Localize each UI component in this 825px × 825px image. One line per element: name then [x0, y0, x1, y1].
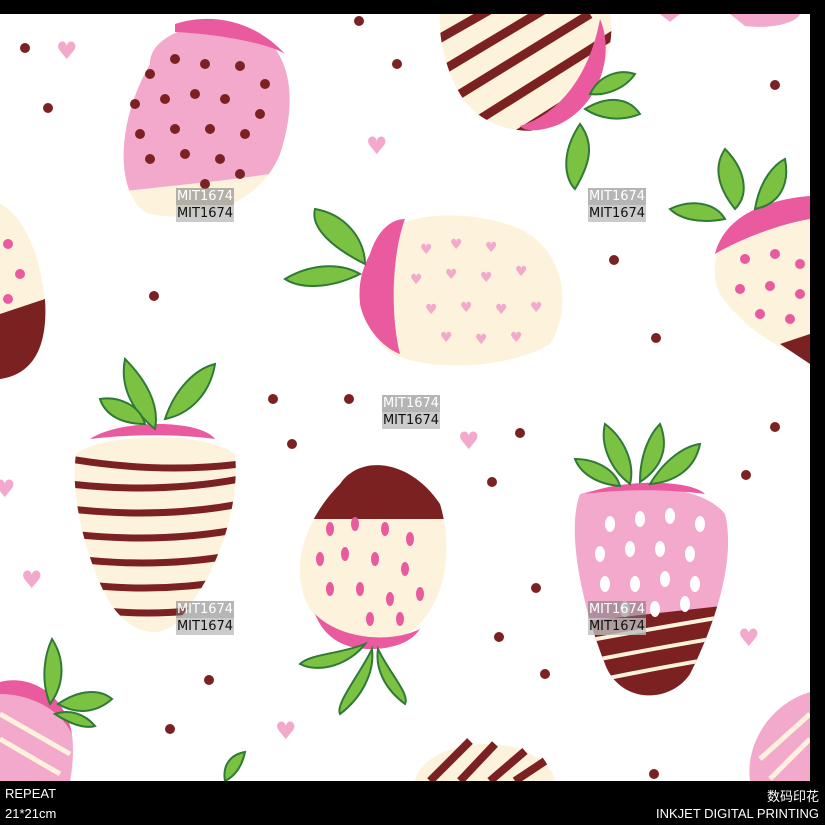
svg-text:♥: ♥	[366, 132, 388, 160]
svg-text:♥: ♥	[21, 566, 43, 594]
svg-text:♥: ♥	[495, 302, 508, 318]
svg-text:♥: ♥	[425, 302, 438, 318]
footer-bar: REPEAT 21*21cm 数码印花 INKJET DIGITAL PRINT…	[0, 781, 825, 825]
svg-text:♥: ♥	[458, 427, 480, 455]
strawberry-pink-white-dots	[573, 422, 729, 696]
top-ruler	[0, 0, 825, 14]
strawberry-pink-dotted	[123, 18, 290, 217]
svg-text:♥: ♥	[475, 332, 488, 348]
strawberry-inverted-cream	[298, 465, 447, 716]
svg-text:♥: ♥	[510, 330, 523, 346]
watermark: MIT1674 MIT1674	[588, 188, 646, 222]
strawberry-top-right-partial	[660, 14, 800, 27]
svg-text:♥: ♥	[410, 272, 423, 288]
repeat-label: REPEAT	[5, 786, 57, 801]
watermark: MIT1674 MIT1674	[382, 395, 440, 429]
watermark: MIT1674 MIT1674	[176, 188, 234, 222]
svg-text:♥: ♥	[485, 240, 498, 256]
svg-text:♥: ♥	[515, 264, 528, 280]
strawberry-bottom-center	[223, 738, 555, 781]
svg-text:♥: ♥	[460, 300, 473, 316]
svg-text:♥: ♥	[738, 624, 760, 652]
digital-print-label-cn: 数码印花	[766, 789, 819, 804]
svg-text:♥: ♥	[445, 267, 458, 283]
svg-text:♥: ♥	[530, 300, 543, 316]
svg-text:♥: ♥	[56, 37, 78, 65]
svg-text:♥: ♥	[440, 330, 453, 346]
svg-text:♥: ♥	[450, 237, 463, 253]
size-label: 21*21cm	[5, 806, 57, 821]
strawberry-right-cream	[668, 147, 810, 364]
strawberry-pattern-canvas: ♥ ♥ ♥ ♥ ♥ ♥ ♥ ♥ ♥ ♥ ♥ ♥ ♥ ♥ ♥ ♥ ♥ ♥ ♥ ♥ …	[0, 14, 810, 781]
strawberry-chocolate-striped	[74, 356, 236, 633]
strawberry-cream-hearts: ♥ ♥ ♥ ♥ ♥ ♥ ♥ ♥ ♥ ♥ ♥ ♥ ♥ ♥	[283, 207, 563, 366]
svg-text:♥: ♥	[420, 242, 433, 258]
strawberry-bottom-right	[749, 692, 810, 781]
svg-text:♥: ♥	[275, 717, 297, 745]
strawberry-striped-top	[439, 14, 642, 191]
strawberry-bottom-left	[0, 636, 114, 781]
strawberry-left-edge	[0, 204, 46, 379]
svg-text:♥: ♥	[480, 270, 493, 286]
watermark: MIT1674 MIT1674	[176, 601, 234, 635]
digital-print-label: INKJET DIGITAL PRINTING	[655, 806, 819, 821]
watermark: MIT1674 MIT1674	[588, 601, 646, 635]
right-ruler	[810, 0, 825, 825]
svg-text:♥: ♥	[0, 475, 16, 503]
